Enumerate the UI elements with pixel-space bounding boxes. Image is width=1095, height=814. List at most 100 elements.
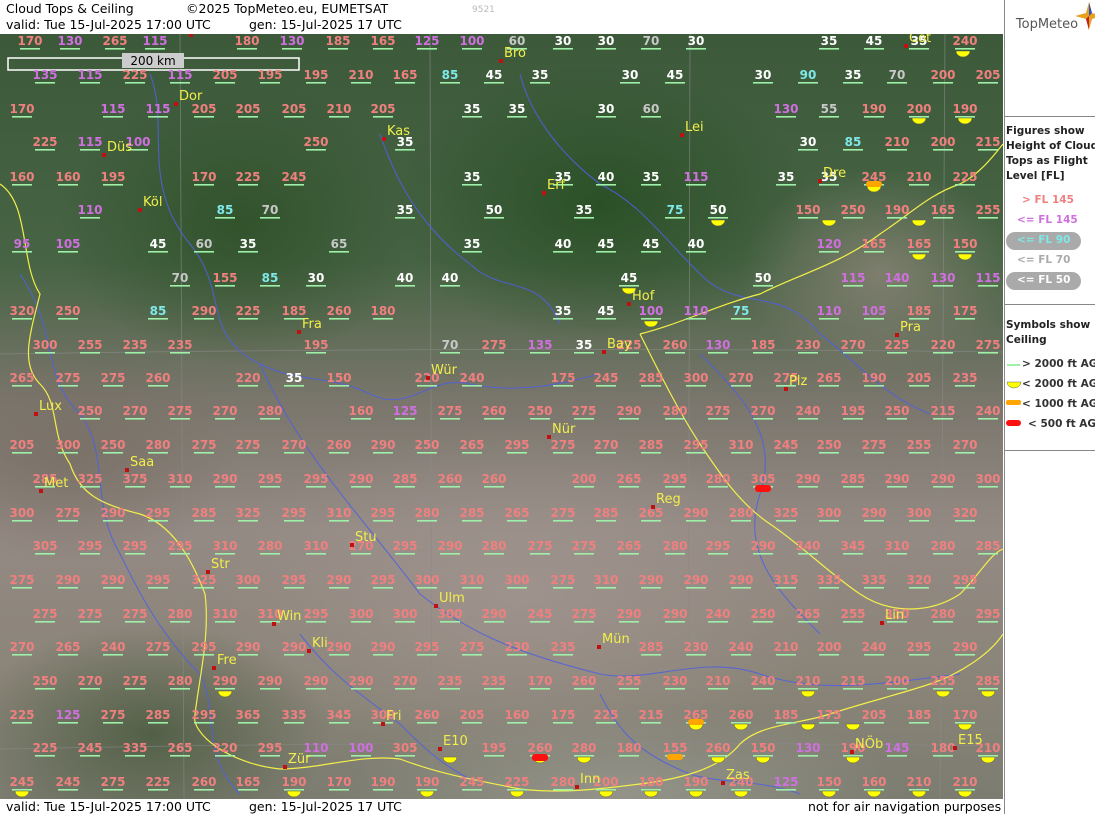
ceiling-high-bar xyxy=(887,688,907,690)
ceiling-high-bar xyxy=(417,48,437,50)
ceiling-high-bar xyxy=(553,385,573,387)
cloud-top-value: 270 xyxy=(9,640,34,654)
city-dot xyxy=(547,435,551,439)
ceiling-high-bar xyxy=(955,385,975,387)
city-dot xyxy=(272,622,276,626)
cloud-top-value: 160 xyxy=(348,404,373,418)
city-label: Mün xyxy=(194,34,222,35)
city-label: Met xyxy=(44,476,68,491)
cloud-top-value: 105 xyxy=(861,304,886,318)
ceiling-high-bar xyxy=(978,486,998,488)
ceiling-high-bar xyxy=(619,553,639,555)
figures-title-2: Height of Cloud xyxy=(1006,140,1095,152)
cloud-top-value: 375 xyxy=(122,472,147,486)
image-code: 9521 xyxy=(472,5,495,15)
cloud-top-value: 130 xyxy=(705,338,730,352)
ceiling-high-bar xyxy=(641,251,661,253)
cloud-top-value: 245 xyxy=(9,775,34,789)
ceiling-high-bar xyxy=(864,654,884,656)
ceiling-high-bar xyxy=(507,116,527,118)
cloud-top-value: 195 xyxy=(100,170,125,184)
cloud-top-value: 175 xyxy=(550,371,575,385)
ceiling-high-bar xyxy=(260,82,280,84)
ceiling-high-bar xyxy=(887,553,907,555)
ceiling-high-bar xyxy=(819,722,839,724)
cloud-top-value: 110 xyxy=(816,304,841,318)
ceiling-high-bar xyxy=(170,688,190,690)
ceiling-high-bar xyxy=(753,418,773,420)
cloud-top-value: 295 xyxy=(392,539,417,553)
cloud-top-value: 150 xyxy=(326,371,351,385)
cloud-top-value: 325 xyxy=(773,506,798,520)
city-dot xyxy=(426,376,430,380)
ceiling-high-bar xyxy=(819,789,839,791)
city-label: Fri xyxy=(386,709,402,724)
ceiling-high-bar xyxy=(819,251,839,253)
ceiling-high-bar xyxy=(306,285,326,287)
cloud-top-value: 175 xyxy=(952,304,977,318)
ceiling-high-bar xyxy=(507,722,527,724)
ceiling-below-500-symbol xyxy=(755,485,771,492)
cloud-top-value: 305 xyxy=(392,741,417,755)
ceiling-high-bar xyxy=(12,722,32,724)
scale-label: 200 km xyxy=(130,54,175,68)
cloud-top-value: 275 xyxy=(32,607,57,621)
cloud-top-value: 130 xyxy=(279,34,304,48)
ceiling-high-bar xyxy=(35,352,55,354)
cloud-top-value: 275 xyxy=(571,539,596,553)
cloud-top-value: 310 xyxy=(884,539,909,553)
cloud-top-value: 115 xyxy=(167,68,192,82)
cloud-top-value: 260 xyxy=(728,708,753,722)
cloud-top-value: 275 xyxy=(122,607,147,621)
cloud-top-value: 235 xyxy=(167,338,192,352)
ceiling-high-bar xyxy=(35,755,55,757)
ceiling-high-bar xyxy=(148,587,168,589)
cloud-top-value: 280 xyxy=(930,539,955,553)
city-dot xyxy=(953,746,957,750)
cloud-top-value: 290 xyxy=(861,506,886,520)
cloud-top-value: 30 xyxy=(555,34,572,48)
cloud-top-value: 30 xyxy=(308,271,325,285)
ceiling-below-2000-symbol xyxy=(821,219,837,227)
ceiling-high-bar xyxy=(238,251,258,253)
ceiling-high-bar xyxy=(417,722,437,724)
cloud-top-value: 30 xyxy=(622,68,639,82)
cloud-top-value: 255 xyxy=(77,338,102,352)
cloud-top-value: 255 xyxy=(840,607,865,621)
ceiling-below-2000-symbol xyxy=(755,756,771,764)
cloud-top-value: 285 xyxy=(145,708,170,722)
cloud-top-value: 165 xyxy=(906,237,931,251)
ceiling-high-bar xyxy=(619,352,639,354)
swatch-green xyxy=(1007,364,1020,366)
ceiling-high-bar xyxy=(708,688,728,690)
ceiling-high-bar xyxy=(80,418,100,420)
city-dot xyxy=(627,302,631,306)
cloud-top-value: 85 xyxy=(262,271,279,285)
ceiling-high-bar xyxy=(194,452,214,454)
ceiling-high-bar xyxy=(148,654,168,656)
legend-divider-2 xyxy=(1004,304,1095,305)
cloud-top-value: 290 xyxy=(930,472,955,486)
ceiling-high-bar xyxy=(619,621,639,623)
cloud-top-value: 290 xyxy=(100,506,125,520)
ceiling-high-bar xyxy=(843,486,863,488)
city-label: Kli xyxy=(312,636,328,651)
cloud-top-value: 205 xyxy=(281,102,306,116)
ceiling-high-bar xyxy=(60,48,80,50)
ceiling-high-bar xyxy=(170,553,190,555)
cloud-top-value: 320 xyxy=(9,304,34,318)
cloud-top-value: 280 xyxy=(728,506,753,520)
ceiling-high-bar xyxy=(530,688,550,690)
ceiling-high-bar xyxy=(798,755,818,757)
ceiling-high-bar xyxy=(58,722,78,724)
ceiling-high-bar xyxy=(284,789,304,791)
cloud-top-value: 185 xyxy=(281,304,306,318)
cloud-top-value: 295 xyxy=(303,472,328,486)
ceiling-high-bar xyxy=(170,285,190,287)
ceiling-high-bar xyxy=(238,722,258,724)
cloud-top-value: 35 xyxy=(464,237,481,251)
footer-gen-time: gen: 15-Jul-2025 17 UTC xyxy=(249,799,402,814)
ceiling-high-bar xyxy=(641,654,661,656)
ceiling-high-bar xyxy=(798,418,818,420)
ceiling-high-bar xyxy=(373,318,393,320)
